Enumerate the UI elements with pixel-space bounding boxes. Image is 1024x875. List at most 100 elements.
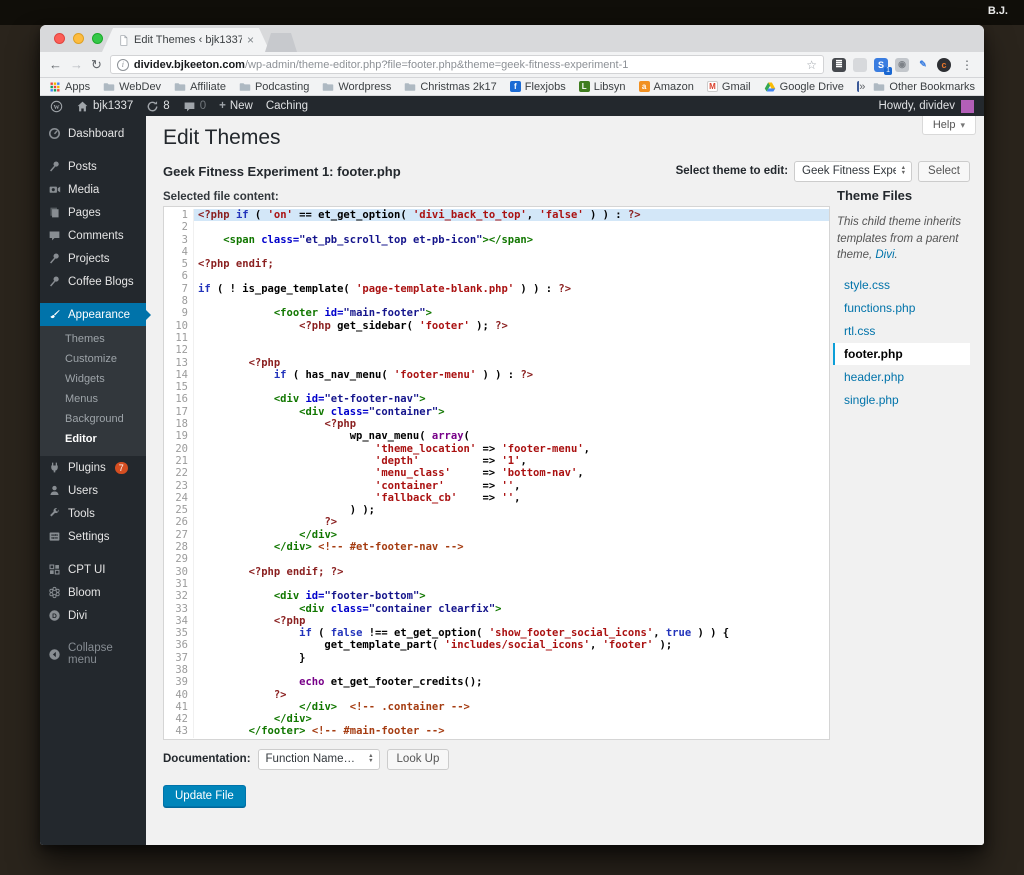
code-text: <div id="footer-bottom"> bbox=[273, 590, 426, 603]
bookmark-item[interactable]: f Flexjobs bbox=[509, 80, 566, 93]
sidebar-item-pages[interactable]: Pages bbox=[40, 201, 146, 224]
bookmarks-list: Apps WebDev Affiliate Podcasting Wordpress Ch… bbox=[49, 80, 860, 93]
theme-file-footer.php[interactable]: footer.php bbox=[833, 343, 970, 366]
theme-file-rtl.css[interactable]: rtl.css bbox=[837, 320, 970, 342]
line-number: 18 bbox=[164, 418, 194, 431]
bookmark-item[interactable]: Affiliate bbox=[174, 81, 226, 93]
theme-file-single.php[interactable]: single.php bbox=[837, 389, 970, 411]
bookmark-item[interactable]: M Gmail bbox=[706, 81, 751, 93]
code-text: 'menu_class' => 'bottom-nav', bbox=[375, 467, 584, 480]
submenu-item-themes[interactable]: Themes bbox=[40, 329, 146, 349]
theme-file-style.css[interactable]: style.css bbox=[837, 274, 970, 296]
sidebar-item-projects[interactable]: Projects bbox=[40, 247, 146, 270]
bookmark-item[interactable]: a Amazon bbox=[638, 80, 694, 93]
user-avatar[interactable] bbox=[961, 99, 974, 113]
howdy-label[interactable]: Howdy, dividev bbox=[879, 100, 956, 112]
minimize-window-button[interactable] bbox=[73, 33, 84, 44]
submenu-item-background[interactable]: Background bbox=[40, 409, 146, 429]
tab-close-icon[interactable]: × bbox=[247, 33, 254, 47]
reload-icon[interactable]: ↻ bbox=[91, 58, 102, 71]
session-manager-icon[interactable]: S1 bbox=[874, 57, 892, 75]
bookmark-item[interactable]: WebDev bbox=[103, 81, 161, 93]
bookmark-item[interactable]: Apps bbox=[49, 81, 90, 93]
appearance-submenu: Themes Customize Widgets Menus Background Edi… bbox=[40, 326, 146, 456]
svg-text:W: W bbox=[53, 104, 59, 110]
bookmark-label: Amazon bbox=[653, 80, 694, 93]
browser-menu-icon[interactable]: ⋮ bbox=[959, 58, 975, 72]
sidebar-item-users[interactable]: Users bbox=[40, 479, 146, 502]
comments-menu[interactable]: 0 bbox=[183, 100, 206, 113]
code-line: 35 if ( false !== et_get_option( 'show_f… bbox=[164, 627, 829, 640]
site-info-icon[interactable]: i bbox=[116, 58, 129, 71]
lookup-button[interactable]: Look Up bbox=[386, 748, 450, 770]
bookmark-item[interactable]: Christmas 2k17 bbox=[404, 81, 497, 93]
sidebar-item-tools[interactable]: Tools bbox=[40, 502, 146, 525]
sidebar-item-settings[interactable]: Settings bbox=[40, 525, 146, 548]
bookmark-item[interactable]: Podcasting bbox=[239, 81, 309, 93]
sidebar-item-collapse-menu[interactable]: Collapse menu bbox=[40, 637, 146, 671]
line-number: 14 bbox=[164, 368, 194, 382]
code-line: 39 echo et_get_footer_credits(); bbox=[164, 676, 829, 689]
code-text: </div> <!-- .container --> bbox=[299, 700, 470, 713]
select-theme-button[interactable]: Select bbox=[918, 160, 970, 182]
sidebar-item-divi[interactable]: D Divi bbox=[40, 604, 146, 627]
address-bar[interactable]: i dividev.bjkeeton.com/wp-admin/theme-ed… bbox=[109, 55, 824, 74]
documentation-select[interactable]: Function Name… ▲ ▼ bbox=[257, 748, 380, 770]
code-text: </div> <!-- #et-footer-nav --> bbox=[273, 541, 464, 554]
close-window-button[interactable] bbox=[54, 33, 65, 44]
page-editor-pen-icon[interactable]: ✎ bbox=[916, 58, 930, 72]
cpanel-extension-icon[interactable]: c bbox=[937, 57, 951, 72]
home-icon bbox=[77, 101, 88, 111]
theme-files-panel: This child theme inherits templates from… bbox=[830, 206, 970, 412]
submenu-item-editor[interactable]: Editor bbox=[40, 429, 146, 449]
other-bookmarks-folder[interactable]: Other Bookmarks bbox=[873, 81, 975, 93]
line-number: 25 bbox=[164, 504, 194, 517]
caching-menu[interactable]: Caching bbox=[266, 100, 308, 112]
line-number: 21 bbox=[164, 454, 194, 468]
parent-theme-link[interactable]: Divi bbox=[875, 249, 894, 261]
theme-select[interactable]: Geek Fitness Experir ▲▼ bbox=[794, 160, 913, 182]
sidebar-item-bloom[interactable]: Bloom bbox=[40, 581, 146, 604]
new-tab-button[interactable] bbox=[265, 33, 297, 52]
bookmarks-overflow-icon[interactable]: » bbox=[859, 81, 865, 93]
screenshot-camera-icon[interactable]: ◉ bbox=[895, 57, 909, 72]
wp-logo-menu[interactable]: W bbox=[50, 100, 63, 113]
bookmark-label: Libsyn bbox=[593, 80, 626, 93]
sidebar-item-comments[interactable]: Comments bbox=[40, 224, 146, 247]
line-number: 38 bbox=[164, 663, 194, 677]
site-name-menu[interactable]: bjk1337 bbox=[76, 100, 133, 113]
line-number: 30 bbox=[164, 565, 194, 578]
new-content-menu[interactable]: + New bbox=[219, 100, 253, 112]
theme-file-header.php[interactable]: header.php bbox=[837, 366, 970, 388]
update-file-button[interactable]: Update File bbox=[163, 784, 246, 807]
sidebar-item-dashboard[interactable]: Dashboard bbox=[40, 122, 146, 145]
layers-icon[interactable]: ≣ bbox=[832, 57, 846, 72]
sidebar-item-cpt-ui[interactable]: CPT UI bbox=[40, 558, 146, 581]
zoom-window-button[interactable] bbox=[92, 33, 103, 44]
line-number: 28 bbox=[164, 541, 194, 554]
browser-tab[interactable]: Edit Themes ‹ bjk1337 — Word × bbox=[102, 28, 270, 52]
bookmark-item[interactable]: Wordpress bbox=[322, 81, 391, 93]
submenu-item-menus[interactable]: Menus bbox=[40, 389, 146, 409]
sidebar-item-media[interactable]: Media bbox=[40, 178, 146, 201]
sidebar-item-appearance[interactable]: Appearance bbox=[40, 303, 151, 326]
sidebar-item-coffee-blogs[interactable]: Coffee Blogs bbox=[40, 270, 146, 293]
help-button[interactable]: Help ▾ bbox=[921, 116, 976, 135]
bookmark-item[interactable]: Google Drive bbox=[764, 81, 844, 93]
theme-file-functions.php[interactable]: functions.php bbox=[837, 297, 970, 319]
bookmark-label: Flexjobs bbox=[524, 80, 566, 93]
code-editor[interactable]: 1 <?php if ( 'on' == et_get_option( 'divi… bbox=[163, 206, 830, 740]
sidebar-item-posts[interactable]: Posts bbox=[40, 155, 146, 178]
bookmark-star-icon[interactable]: ☆ bbox=[806, 58, 817, 72]
code-text: ?> bbox=[324, 516, 338, 529]
comment-bubble-icon bbox=[184, 101, 195, 111]
submenu-item-customize[interactable]: Customize bbox=[40, 349, 146, 369]
sidebar-item-plugins[interactable]: Plugins 7 bbox=[40, 456, 146, 479]
code-line: 34 <?php bbox=[164, 614, 829, 628]
forward-icon[interactable]: → bbox=[70, 58, 83, 71]
submenu-item-widgets[interactable]: Widgets bbox=[40, 369, 146, 389]
back-icon[interactable]: ← bbox=[49, 58, 62, 71]
bookmark-item[interactable]: L Libsyn bbox=[578, 80, 626, 93]
disabled-icon[interactable] bbox=[853, 57, 867, 72]
updates-menu[interactable]: 8 bbox=[146, 100, 170, 113]
